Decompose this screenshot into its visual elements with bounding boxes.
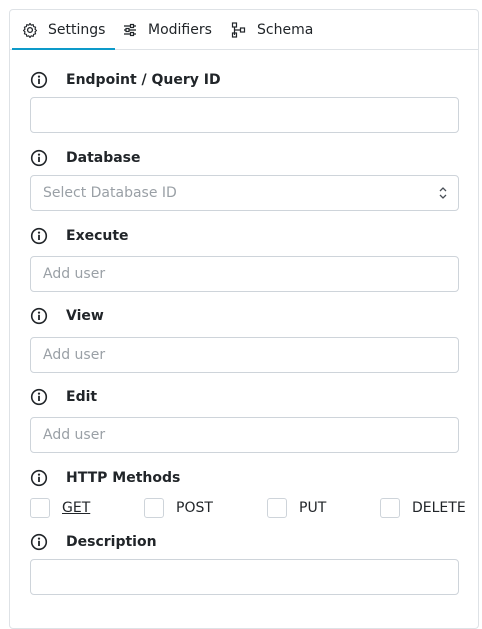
method-post-label: POST	[176, 500, 213, 516]
method-delete[interactable]: DELETE	[380, 498, 466, 518]
description-label-row: Description	[30, 533, 157, 551]
info-icon[interactable]	[30, 71, 48, 89]
execute-user-input[interactable]	[30, 256, 459, 292]
schema-tree-icon	[231, 21, 247, 38]
http-methods-group: GET POST PUT DELETE	[30, 498, 470, 520]
method-put-label: PUT	[299, 500, 327, 516]
http-methods-label: HTTP Methods	[66, 470, 181, 486]
edit-user-input[interactable]	[30, 417, 459, 453]
description-input[interactable]	[30, 559, 459, 595]
tab-schema[interactable]: Schema	[231, 10, 313, 49]
view-user-input[interactable]	[30, 337, 459, 373]
execute-label-row: Execute	[30, 227, 129, 245]
tab-schema-label: Schema	[257, 21, 314, 38]
execute-label: Execute	[66, 228, 129, 244]
info-icon[interactable]	[30, 388, 48, 406]
endpoint-label-row: Endpoint / Query ID	[30, 71, 221, 89]
edit-label: Edit	[66, 389, 98, 405]
tab-modifiers-label: Modifiers	[148, 21, 212, 38]
tab-settings-label: Settings	[48, 21, 106, 38]
method-post-checkbox[interactable]	[144, 498, 164, 518]
info-icon[interactable]	[30, 227, 48, 245]
database-select-placeholder: Select Database ID	[43, 185, 177, 201]
tab-settings[interactable]: Settings	[11, 10, 116, 50]
chevron-up-down-icon	[438, 186, 448, 200]
view-label-row: View	[30, 307, 104, 325]
method-get-checkbox[interactable]	[30, 498, 50, 518]
info-icon[interactable]	[30, 149, 48, 167]
description-label: Description	[66, 534, 157, 550]
gear-icon	[22, 22, 38, 38]
database-label-row: Database	[30, 149, 141, 167]
info-icon[interactable]	[30, 533, 48, 551]
tab-bar: Settings Modifiers Schema	[10, 10, 478, 50]
info-icon[interactable]	[30, 469, 48, 487]
endpoint-input[interactable]	[30, 97, 459, 133]
sliders-icon	[122, 22, 138, 38]
method-put[interactable]: PUT	[267, 498, 326, 518]
method-get-label: GET	[62, 500, 91, 516]
http-methods-label-row: HTTP Methods	[30, 469, 180, 487]
tab-modifiers[interactable]: Modifiers	[122, 10, 212, 49]
method-get[interactable]: GET	[30, 498, 90, 518]
method-put-checkbox[interactable]	[267, 498, 287, 518]
view-label: View	[66, 308, 104, 324]
method-delete-checkbox[interactable]	[380, 498, 400, 518]
settings-panel: Settings Modifiers Schema Endpoint / Que…	[9, 9, 479, 629]
info-icon[interactable]	[30, 307, 48, 325]
method-delete-label: DELETE	[412, 500, 466, 516]
database-select[interactable]: Select Database ID	[30, 175, 459, 211]
method-post[interactable]: POST	[144, 498, 213, 518]
endpoint-label: Endpoint / Query ID	[66, 72, 221, 88]
database-label: Database	[66, 150, 141, 166]
edit-label-row: Edit	[30, 388, 97, 406]
